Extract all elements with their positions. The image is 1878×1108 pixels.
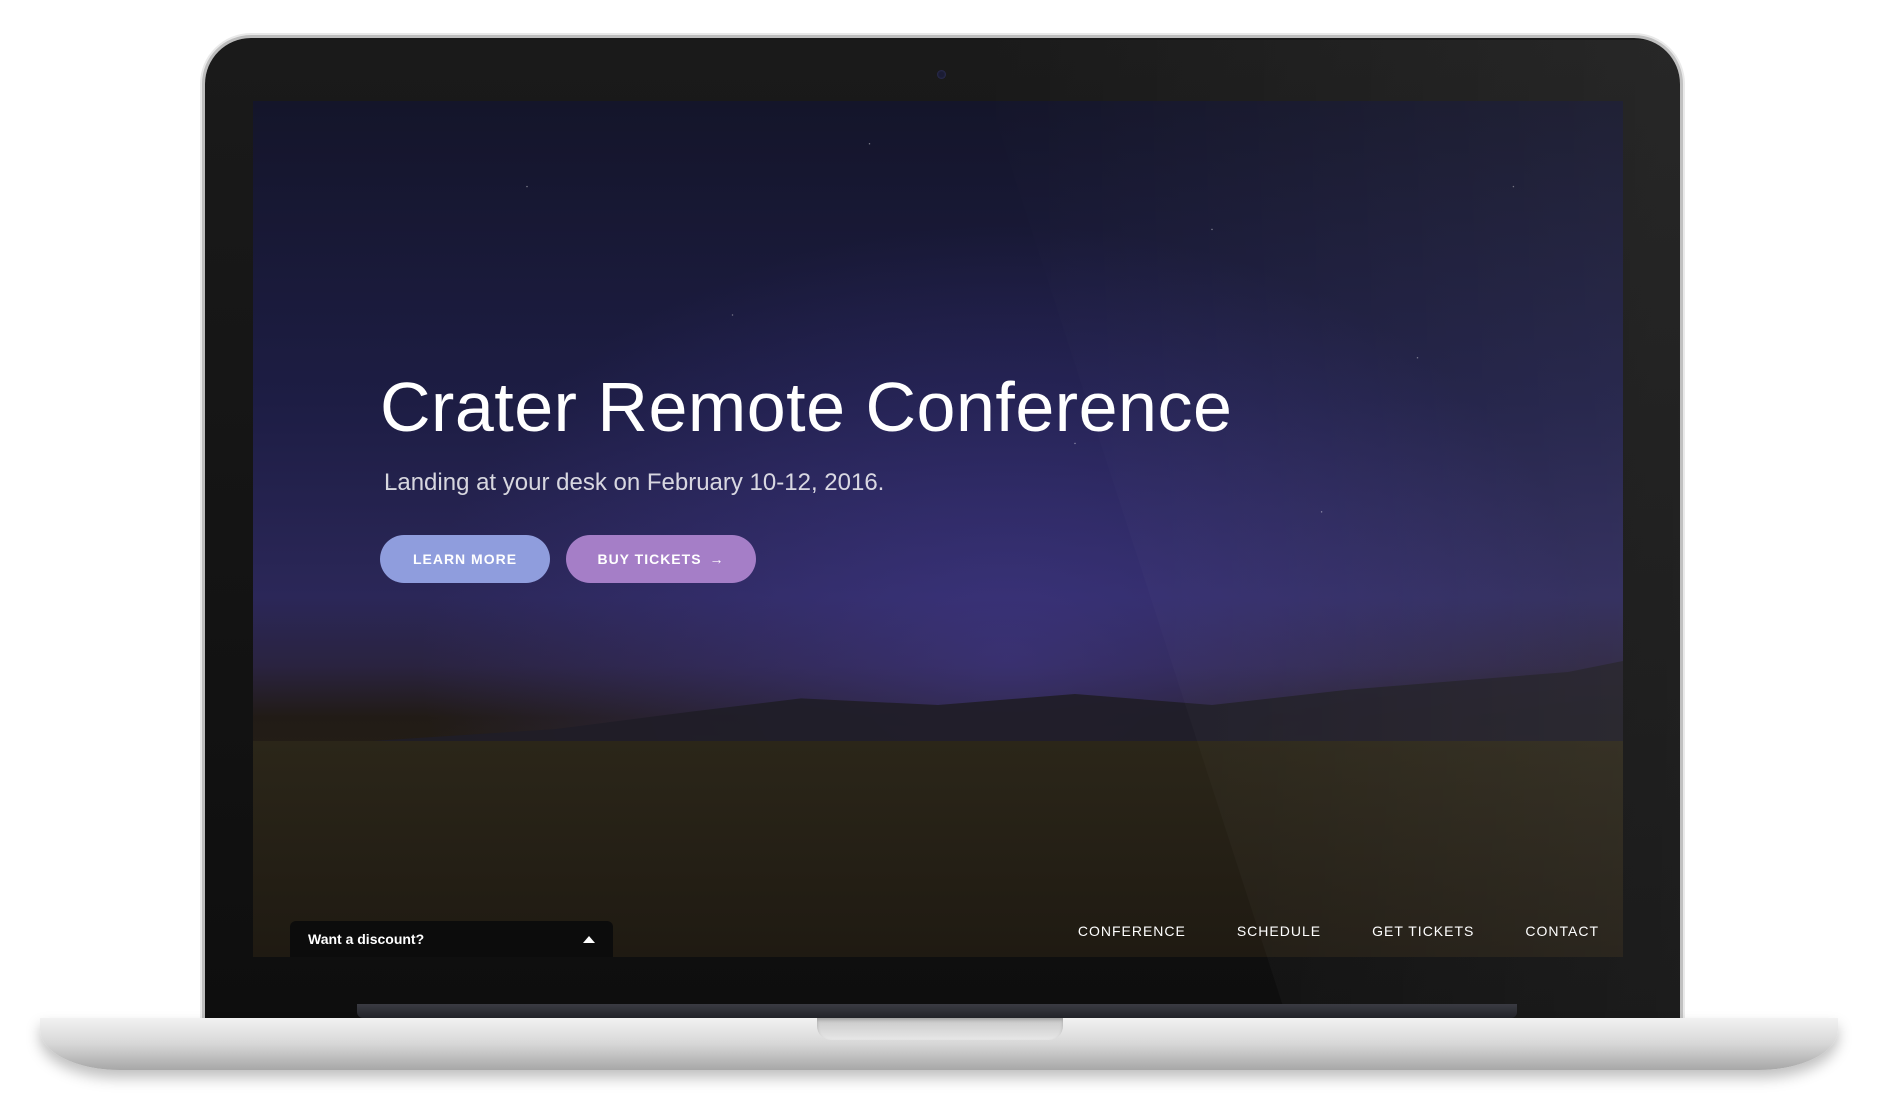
caret-up-icon xyxy=(583,935,595,943)
discount-label: Want a discount? xyxy=(308,931,425,947)
arrow-right-icon: → xyxy=(709,551,725,567)
buy-tickets-button[interactable]: BUY TICKETS → xyxy=(566,535,756,583)
discount-toggle[interactable]: Want a discount? xyxy=(290,921,613,957)
learn-more-button[interactable]: LEARN MORE xyxy=(380,535,550,583)
lid-notch xyxy=(817,1018,1063,1040)
camera-icon xyxy=(937,70,946,79)
learn-more-label: LEARN MORE xyxy=(412,551,518,567)
hero-title: Crater Remote Conference xyxy=(380,368,1233,446)
nav-item-contact[interactable]: CONTACT xyxy=(1525,923,1599,939)
laptop-mockup: Crater Remote Conference Landing at your… xyxy=(0,0,1878,1108)
nav-item-get-tickets[interactable]: GET TICKETS xyxy=(1372,923,1474,939)
hero-subtitle: Landing at your desk on February 10-12, … xyxy=(384,469,885,496)
buy-tickets-label: BUY TICKETS xyxy=(597,551,702,567)
hinge xyxy=(357,1004,1517,1018)
screen: Crater Remote Conference Landing at your… xyxy=(253,101,1623,957)
nav-item-schedule[interactable]: SCHEDULE xyxy=(1237,923,1321,939)
nav: CONFERENCE SCHEDULE GET TICKETS CONTACT xyxy=(1078,923,1599,939)
nav-item-conference[interactable]: CONFERENCE xyxy=(1078,923,1186,939)
